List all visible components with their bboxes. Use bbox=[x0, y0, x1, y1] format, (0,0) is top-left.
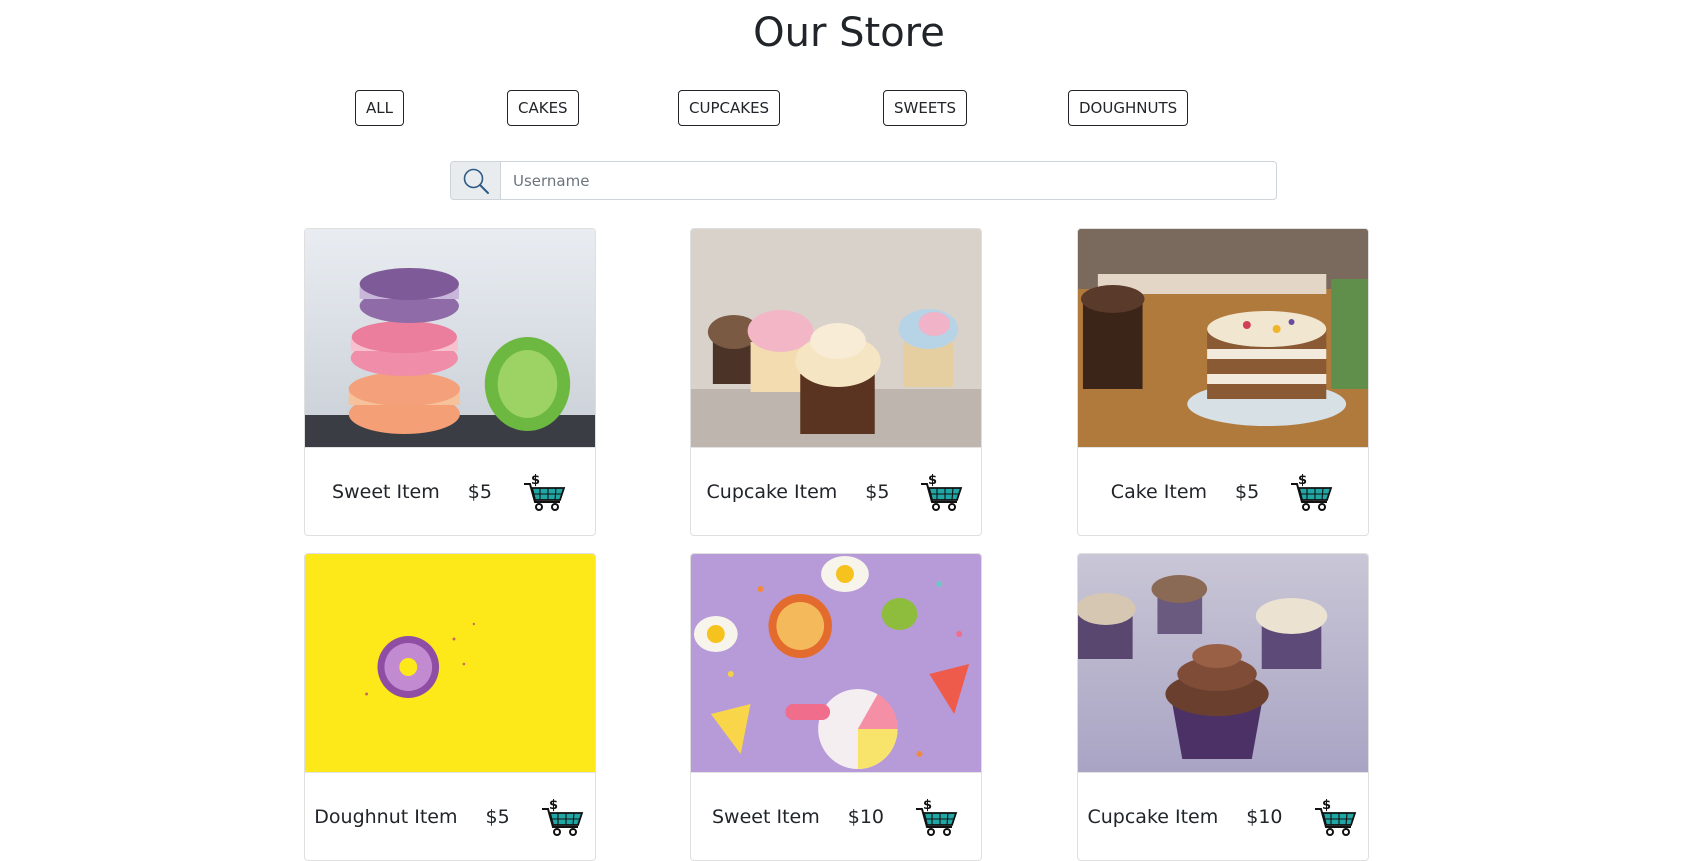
product-name: Cake Item bbox=[1110, 481, 1208, 503]
product-name: Sweet Item bbox=[332, 481, 440, 503]
add-to-cart-icon[interactable]: $ bbox=[538, 797, 586, 837]
search-icon bbox=[463, 168, 489, 194]
product-info: Cupcake Item $5 $ bbox=[691, 448, 981, 535]
cake-image bbox=[1078, 229, 1368, 448]
product-name: Cupcake Item bbox=[1087, 806, 1219, 828]
svg-text:$: $ bbox=[1298, 473, 1307, 488]
product-price: $10 bbox=[1246, 806, 1283, 828]
product-card: Sweet Item $5 $ bbox=[304, 228, 596, 536]
svg-text:$: $ bbox=[549, 798, 558, 813]
product-info: Sweet Item $10 $ bbox=[691, 773, 981, 860]
filter-doughnuts-button[interactable]: DOUGHNUTS bbox=[1068, 90, 1189, 126]
product-card: Cupcake Item $5 $ bbox=[690, 228, 982, 536]
cupcakes-image bbox=[691, 229, 981, 448]
product-info: Cupcake Item $10 $ bbox=[1078, 773, 1368, 860]
macarons-image bbox=[305, 229, 595, 448]
search-addon[interactable] bbox=[450, 161, 500, 200]
add-to-cart-icon[interactable]: $ bbox=[912, 797, 960, 837]
product-card: Doughnut Item $5 $ bbox=[304, 553, 596, 861]
chocolate-cupcake-image bbox=[1078, 554, 1368, 773]
add-to-cart-icon[interactable]: $ bbox=[520, 472, 568, 512]
product-card: Cake Item $5 $ bbox=[1077, 228, 1369, 536]
search-bar bbox=[450, 161, 1277, 200]
product-price: $10 bbox=[847, 806, 884, 828]
search-input[interactable] bbox=[500, 161, 1277, 200]
product-price: $5 bbox=[485, 806, 510, 828]
product-price: $5 bbox=[865, 481, 890, 503]
svg-text:$: $ bbox=[923, 798, 932, 813]
add-to-cart-icon[interactable]: $ bbox=[1311, 797, 1359, 837]
svg-text:$: $ bbox=[1322, 798, 1331, 813]
add-to-cart-icon[interactable]: $ bbox=[1287, 472, 1335, 512]
product-price: $5 bbox=[467, 481, 492, 503]
product-card: Cupcake Item $10 $ bbox=[1077, 553, 1369, 861]
svg-text:$: $ bbox=[928, 473, 937, 488]
product-name: Cupcake Item bbox=[706, 481, 838, 503]
product-card: Sweet Item $10 $ bbox=[690, 553, 982, 861]
product-price: $5 bbox=[1235, 481, 1260, 503]
filter-cakes-button[interactable]: CAKES bbox=[507, 90, 579, 126]
page-title: Our Store bbox=[753, 10, 945, 56]
candy-image bbox=[691, 554, 981, 773]
filter-all-button[interactable]: ALL bbox=[355, 90, 404, 126]
product-name: Sweet Item bbox=[712, 806, 820, 828]
product-name: Doughnut Item bbox=[314, 806, 458, 828]
filter-sweets-button[interactable]: SWEETS bbox=[883, 90, 967, 126]
product-info: Cake Item $5 $ bbox=[1078, 448, 1368, 535]
filter-cupcakes-button[interactable]: CUPCAKES bbox=[678, 90, 781, 126]
svg-text:$: $ bbox=[531, 473, 540, 488]
product-info: Doughnut Item $5 $ bbox=[305, 773, 595, 860]
product-info: Sweet Item $5 $ bbox=[305, 448, 595, 535]
doughnut-image bbox=[305, 554, 595, 773]
add-to-cart-icon[interactable]: $ bbox=[917, 472, 965, 512]
